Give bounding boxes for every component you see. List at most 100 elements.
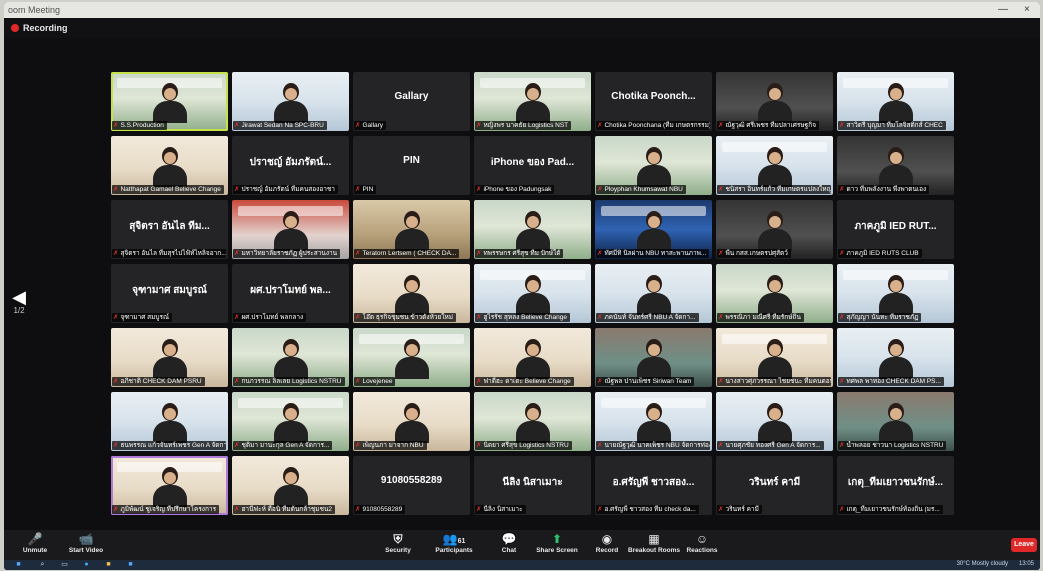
participant-tile[interactable]: ✗ Natthapat Gamael Believe Change [111, 136, 228, 195]
participant-tile[interactable]: ✗ พีน กสส.เกษตรปศุสัตว์ [716, 200, 833, 259]
participant-tile[interactable]: Gallary ✗ Gallary [353, 72, 470, 131]
participant-tile[interactable]: จุฑามาศ สมบูรณ์ ✗ จุฑามาศ สมบูรณ์ [111, 264, 228, 323]
participant-video-figure [757, 211, 792, 251]
minimize-button[interactable]: — [998, 4, 1008, 15]
participant-video-figure [878, 275, 913, 315]
task-view-icon[interactable]: ▭ [60, 561, 69, 569]
participant-tile[interactable]: ✗ ภูมิพัฒน์ ชูเจริญ ที่ปรึกษาโครงการ [111, 456, 228, 515]
participant-tile[interactable]: ✗ ณัฐวุฒิ ศรีเพชร ทีมปลาเศรษฐกิจ [716, 72, 833, 131]
windows-start-icon[interactable]: ■ [14, 561, 23, 569]
share-screen-button[interactable]: ⬆ Share Screen [534, 533, 580, 555]
participant-tile[interactable]: ✗ เพ็ญนภา มาจาก NBU [353, 392, 470, 451]
mic-muted-icon: ✗ [476, 378, 482, 385]
participant-tile[interactable]: วรินทร์ คามี ✗ วรินทร์ คามี [716, 456, 833, 515]
participant-tile[interactable]: ✗ ภคนันท์ จันทร์ศรี NBU A จัดกา... [595, 264, 712, 323]
participant-name-label: ✗ ฮานีฟะห์ ดือนิ ทีมต้นกล้าชุมชน2 [233, 505, 336, 514]
mic-muted-icon: ✗ [355, 442, 361, 449]
participant-tile[interactable]: ✗ ทัศมีทิ นิลผ่าน NBU ทาสะพานภาพ... [595, 200, 712, 259]
participant-name-label: ✗ Lovejenee [354, 377, 396, 386]
security-button[interactable]: ⛨ Security [378, 533, 418, 555]
participant-tile[interactable]: ✗ ทศพล พาทอง CHECK DAM PS... [837, 328, 954, 387]
participant-tile[interactable]: ✗ ทพรรษกร ศรีสุข ทีม ปักษ์ใต้ [474, 200, 591, 259]
participant-tile[interactable]: ✗ สาวิตรี บุญมา ทีมโลจิสติกส์ CHEC [837, 72, 954, 131]
participant-tile[interactable]: ✗ ธนพรรณ แก้วจันทร์เพชร Gen A จัดการ... [111, 392, 228, 451]
participant-tile[interactable]: เกตุ_ทีมเยาวชนรักษ์... ✗ เกตุ_ทีมเยาวชนรัก… [837, 456, 954, 515]
mic-muted-icon: ✗ [597, 378, 603, 385]
unmute-label: Unmute [22, 547, 48, 554]
mic-muted-icon: ✗ [718, 186, 724, 193]
participant-name-label: ✗ 91080558289 [354, 505, 406, 514]
participant-video-figure [636, 339, 671, 379]
zoom-app-icon[interactable]: ■ [126, 561, 135, 569]
edge-browser-icon[interactable]: ● [82, 561, 91, 569]
mic-muted-icon: ✗ [597, 442, 603, 449]
participant-name-label: ✗ ฟาตีฮะ ดาเตะ Believe Change [475, 377, 574, 386]
recording-indicator[interactable]: Recording [4, 18, 1040, 38]
participant-tile[interactable]: ✗ Ployphan Khumsawat NBU [595, 136, 712, 195]
participant-tile[interactable]: Chotika Poonch... ✗ Chotika Poonchana (ทีม… [595, 72, 712, 131]
record-button[interactable]: ◉ Record [592, 533, 622, 555]
participant-tile[interactable]: ✗นายณัฐวุฒิ นาคเพ็ชร NBU จัดการท่องเที่ย… [595, 392, 712, 451]
participant-tile[interactable]: ✗ พรรณิภา มณีศรี ทีมรักษ์ถิ่น [716, 264, 833, 323]
participant-tile[interactable]: ✗ ฮานีฟะห์ ดือนิ ทีมต้นกล้าชุมชน2 [232, 456, 349, 515]
leave-button[interactable]: Leave [1011, 538, 1037, 552]
mic-muted-icon: ✗ [597, 122, 603, 129]
participant-tile[interactable]: ✗ กนกวรรณ ลิลเลย Logistics NSTRU [232, 328, 349, 387]
participant-tile[interactable]: ✗ S.S.Production [111, 72, 228, 131]
participant-tile[interactable]: ✗ ดาว ทีมพลังงาน พึ่งพาตนเอง [837, 136, 954, 195]
mic-muted-icon: ✗ [234, 250, 240, 257]
participant-tile[interactable]: สุจิตรา อันไล ทีม... ✗ สุจิตรา อันไล ทีมสุ… [111, 200, 228, 259]
participant-tile[interactable]: ✗ ณัฐพล ปานเพ็ชร Siriwan Team [595, 328, 712, 387]
participants-button[interactable]: 👥61 Participants [432, 532, 476, 555]
participant-tile[interactable]: ผศ.ปราโมทย์ พล... ✗ ผศ.ปราโมทย์ พลกลาง [232, 264, 349, 323]
participant-name-text: ฟาตีฮะ ดาเตะ Believe Change [483, 378, 571, 385]
mic-muted-icon: ✗ [839, 442, 845, 449]
participant-tile[interactable]: ✗ หญิงพร นาคธัย Logistics NST [474, 72, 591, 131]
participant-tile[interactable]: ✗ น้ำพลอย ชาวนา Logistics NSTRU [837, 392, 954, 451]
participant-video-figure [152, 147, 187, 187]
search-icon[interactable]: ⌕ [38, 561, 47, 569]
mic-muted-icon: ✗ [718, 250, 724, 257]
people-icon: 👥61 [442, 532, 466, 546]
participant-tile[interactable]: iPhone ของ Pad... ✗ iPhone ของ Padungsak [474, 136, 591, 195]
participant-tile[interactable]: ภาคภูมิ IED RUT... ✗ ภาคภูมิ IED RUTS CLUB [837, 200, 954, 259]
participant-tile[interactable]: ✗ ฮูไรรัช สุหลง Believe Change [474, 264, 591, 323]
participant-tile[interactable]: ✗ อภิชาติ CHECK DAM PSRU [111, 328, 228, 387]
reactions-button[interactable]: ☺ Reactions [684, 533, 720, 555]
chat-button[interactable]: 💬 Chat [494, 533, 524, 555]
file-explorer-icon[interactable]: ■ [104, 561, 113, 569]
breakout-rooms-button[interactable]: ▦ Breakout Rooms [628, 533, 680, 555]
participant-tile[interactable]: ✗ Teratorn Lertsem ( CHECK DA... [353, 200, 470, 259]
mic-muted-icon: ✗ [476, 506, 482, 513]
participant-tile[interactable]: ✗ ชนิสรา อินทร์แก้ว ทีมเกษตรแปลงใหญ่ [716, 136, 833, 195]
participant-tile[interactable]: นีลิง นิสาเมาะ ✗ นีลิง นิสาเมาะ [474, 456, 591, 515]
page-indicator: 1/2 [13, 306, 25, 315]
participant-tile[interactable]: ✗ Jirawat Sedan Na SPC-BRU [232, 72, 349, 131]
participant-tile[interactable]: ✗ สุภัญญา นันทะ ทีมราชภัฏ [837, 264, 954, 323]
previous-page-button[interactable]: ◀ 1/2 [10, 288, 28, 315]
participant-tile[interactable]: ✗ โอ๊ต ธุรกิจชุมชน ข้าวตังห้วยใหม่ [353, 264, 470, 323]
participant-tile[interactable]: ✗ นางสาวศุภวรรณา ไชยชนะ ทีมคนดอน [716, 328, 833, 387]
participant-tile[interactable]: ✗ ชุติมา มานะกุล Gen A จัดการ... [232, 392, 349, 451]
participant-tile[interactable]: อ.ศรัญพี ชาวสอง... ✗ อ.ศรัญพี ชาวสอง ทีม c… [595, 456, 712, 515]
participant-tile[interactable]: ปราชญ์ อัมภรัตน์... ✗ ปราชญ์ อัมภรัตน์ ทีม… [232, 136, 349, 195]
participant-tile[interactable]: ✗ ฟาตีฮะ ดาเตะ Believe Change [474, 328, 591, 387]
participant-tile[interactable]: ✗ นิตยา ศรีสุข Logistics NSTRU [474, 392, 591, 451]
mic-muted-icon: ✗ [355, 186, 361, 193]
participant-name-label: ✗ Chotika Poonchana (ทีม เกษตรกรรม) [596, 121, 710, 130]
participant-tile[interactable]: ✗ Lovejenee [353, 328, 470, 387]
start-video-button[interactable]: 📹 Start Video [64, 533, 108, 555]
participant-display-name: Chotika Poonch... [611, 91, 696, 102]
participant-tile[interactable]: 91080558289 ✗ 91080558289 [353, 456, 470, 515]
unmute-button[interactable]: 🎤 Unmute [18, 533, 52, 555]
record-label: Record [595, 547, 619, 554]
participant-tile[interactable]: ✗ นายศุภชัย ทองศรี Gen A จัดการ... [716, 392, 833, 451]
participant-name-text: นีลิง นิสาเมาะ [483, 506, 523, 513]
participant-tile[interactable]: PIN ✗ PIN [353, 136, 470, 195]
participant-video-figure [878, 147, 913, 187]
participant-tile[interactable]: ✗ มหาวิทยาลัยราชภัฏ ผู้ประสานงาน [232, 200, 349, 259]
participant-video-figure [757, 275, 792, 315]
participant-video-figure [273, 339, 308, 379]
participant-name-text: เพ็ญนภา มาจาก NBU [362, 442, 424, 449]
close-button[interactable]: × [1024, 4, 1030, 15]
